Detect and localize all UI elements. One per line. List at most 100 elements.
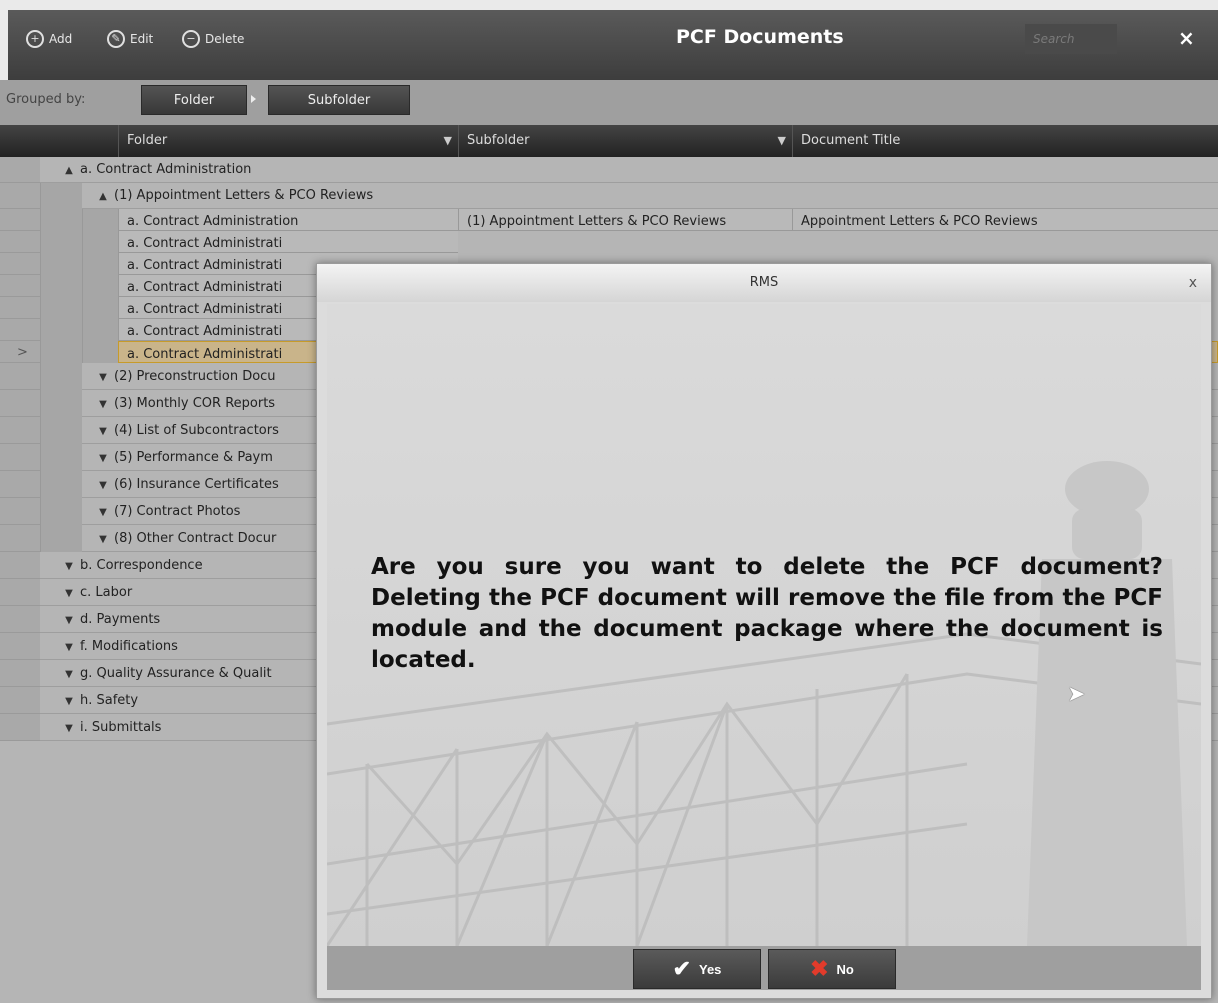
- cell-title: Appointment Letters & PCO Reviews: [792, 209, 1218, 231]
- table-row[interactable]: a. Contract Administrati: [0, 231, 1218, 253]
- current-row-marker: >: [17, 345, 28, 360]
- expand-icon[interactable]: ▼: [96, 364, 110, 391]
- group-chip-subfolder[interactable]: Subfolder: [268, 85, 410, 115]
- dialog-footer: ✔ Yes ✖ No: [327, 946, 1201, 990]
- row-indent: [82, 341, 118, 363]
- row-indent: [40, 341, 82, 363]
- expand-icon[interactable]: ▼: [96, 391, 110, 418]
- no-button[interactable]: ✖ No: [768, 949, 896, 989]
- row-gutter: [0, 297, 40, 319]
- group-label: a. Contract Administration: [80, 162, 252, 177]
- group-label: h. Safety: [80, 693, 139, 708]
- cross-icon: ✖: [810, 956, 829, 981]
- yes-button[interactable]: ✔ Yes: [633, 949, 761, 989]
- delete-button[interactable]: − Delete: [182, 26, 244, 52]
- close-icon[interactable]: ×: [1178, 26, 1195, 50]
- row-gutter: [0, 687, 40, 714]
- edit-icon: ✎: [107, 30, 125, 48]
- row-gutter: [0, 525, 40, 552]
- column-header-title[interactable]: Document Title: [792, 125, 1218, 157]
- row-gutter: [0, 660, 40, 687]
- subgroup-label: (3) Monthly COR Reports: [114, 396, 276, 411]
- row-gutter: [0, 363, 40, 390]
- column-label-title: Document Title: [801, 133, 901, 148]
- edit-button[interactable]: ✎ Edit: [107, 26, 153, 52]
- subgroup-label: (6) Insurance Certificates: [114, 477, 279, 492]
- filter-icon[interactable]: ▼: [444, 125, 452, 157]
- no-label: No: [836, 961, 854, 977]
- confirm-dialog: RMS x Are you sure you want to delete th…: [316, 263, 1212, 999]
- row-gutter: [0, 498, 40, 525]
- row-indent: [40, 231, 82, 253]
- expand-icon[interactable]: ▼: [62, 553, 76, 580]
- row-indent: [82, 319, 118, 341]
- filter-icon[interactable]: ▼: [778, 125, 786, 157]
- dialog-title: RMS: [749, 275, 779, 290]
- mouse-pointer-icon: ➤: [1067, 682, 1086, 707]
- row-gutter: [0, 417, 40, 444]
- row-gutter: [0, 253, 40, 275]
- row-gutter: >: [0, 341, 40, 363]
- row-gutter: [0, 209, 40, 231]
- row-gutter: [0, 471, 40, 498]
- row-gutter: [0, 579, 40, 606]
- column-header-subfolder[interactable]: Subfolder ▼: [458, 125, 792, 157]
- row-gutter: [0, 157, 40, 183]
- row-indent: [40, 275, 82, 297]
- group-row[interactable]: ▲ a. Contract Administration: [0, 157, 1218, 183]
- row-indent: [40, 363, 82, 390]
- row-indent: [40, 319, 82, 341]
- subgroup-header[interactable]: ▲ (1) Appointment Letters & PCO Reviews: [82, 183, 1218, 209]
- expand-icon[interactable]: ▼: [62, 688, 76, 715]
- group-label: i. Submittals: [80, 720, 162, 735]
- cell-subfolder: (1) Appointment Letters & PCO Reviews: [458, 209, 792, 231]
- row-gutter: [0, 606, 40, 633]
- row-gutter: [0, 633, 40, 660]
- page-title: PCF Documents: [676, 26, 844, 48]
- grid-header: Folder ▼ Subfolder ▼ Document Title: [0, 125, 1218, 157]
- group-by-bar: Grouped by: Folder Subfolder: [0, 80, 1218, 125]
- yes-label: Yes: [699, 961, 722, 977]
- subgroup-label: (8) Other Contract Docur: [114, 531, 277, 546]
- dialog-close-icon[interactable]: x: [1189, 264, 1197, 302]
- group-header[interactable]: ▲ a. Contract Administration: [40, 157, 1218, 183]
- column-header-folder[interactable]: Folder ▼: [118, 125, 458, 157]
- expand-icon[interactable]: ▼: [62, 607, 76, 634]
- row-indent: [40, 498, 82, 525]
- chevron-right-icon: [251, 95, 256, 103]
- expand-icon[interactable]: ▼: [96, 499, 110, 526]
- delete-label: Delete: [205, 32, 245, 46]
- search-input[interactable]: [1025, 24, 1117, 54]
- expand-icon[interactable]: ▼: [96, 472, 110, 499]
- delete-icon: −: [182, 30, 200, 48]
- row-indent: [82, 209, 118, 231]
- expand-icon[interactable]: ▼: [62, 715, 76, 742]
- row-indent: [82, 253, 118, 275]
- collapse-icon[interactable]: ▲: [96, 184, 110, 210]
- dialog-message: Are you sure you want to delete the PCF …: [371, 554, 1163, 673]
- row-indent: [40, 183, 82, 209]
- column-label-subfolder: Subfolder: [467, 133, 530, 148]
- expand-icon[interactable]: ▼: [62, 661, 76, 688]
- group-chip-folder[interactable]: Folder: [141, 85, 247, 115]
- group-label: d. Payments: [80, 612, 161, 627]
- expand-icon[interactable]: ▼: [96, 418, 110, 445]
- expand-icon[interactable]: ▼: [96, 526, 110, 553]
- add-label: Add: [49, 32, 73, 46]
- dialog-title-bar[interactable]: RMS x: [317, 264, 1211, 302]
- row-indent: [82, 231, 118, 253]
- collapse-icon[interactable]: ▲: [62, 158, 76, 184]
- row-indent: [40, 525, 82, 552]
- subgroup-label: (1) Appointment Letters & PCO Reviews: [114, 188, 374, 203]
- subgroup-row[interactable]: ▲ (1) Appointment Letters & PCO Reviews: [0, 183, 1218, 209]
- expand-icon[interactable]: ▼: [62, 634, 76, 661]
- expand-icon[interactable]: ▼: [96, 445, 110, 472]
- expand-icon[interactable]: ▼: [62, 580, 76, 607]
- row-gutter: [0, 275, 40, 297]
- row-indent: [40, 471, 82, 498]
- row-indent: [40, 417, 82, 444]
- cell-folder: a. Contract Administrati: [118, 231, 458, 253]
- table-row[interactable]: a. Contract Administration (1) Appointme…: [0, 209, 1218, 231]
- add-button[interactable]: + Add: [26, 26, 72, 52]
- row-indent: [40, 444, 82, 471]
